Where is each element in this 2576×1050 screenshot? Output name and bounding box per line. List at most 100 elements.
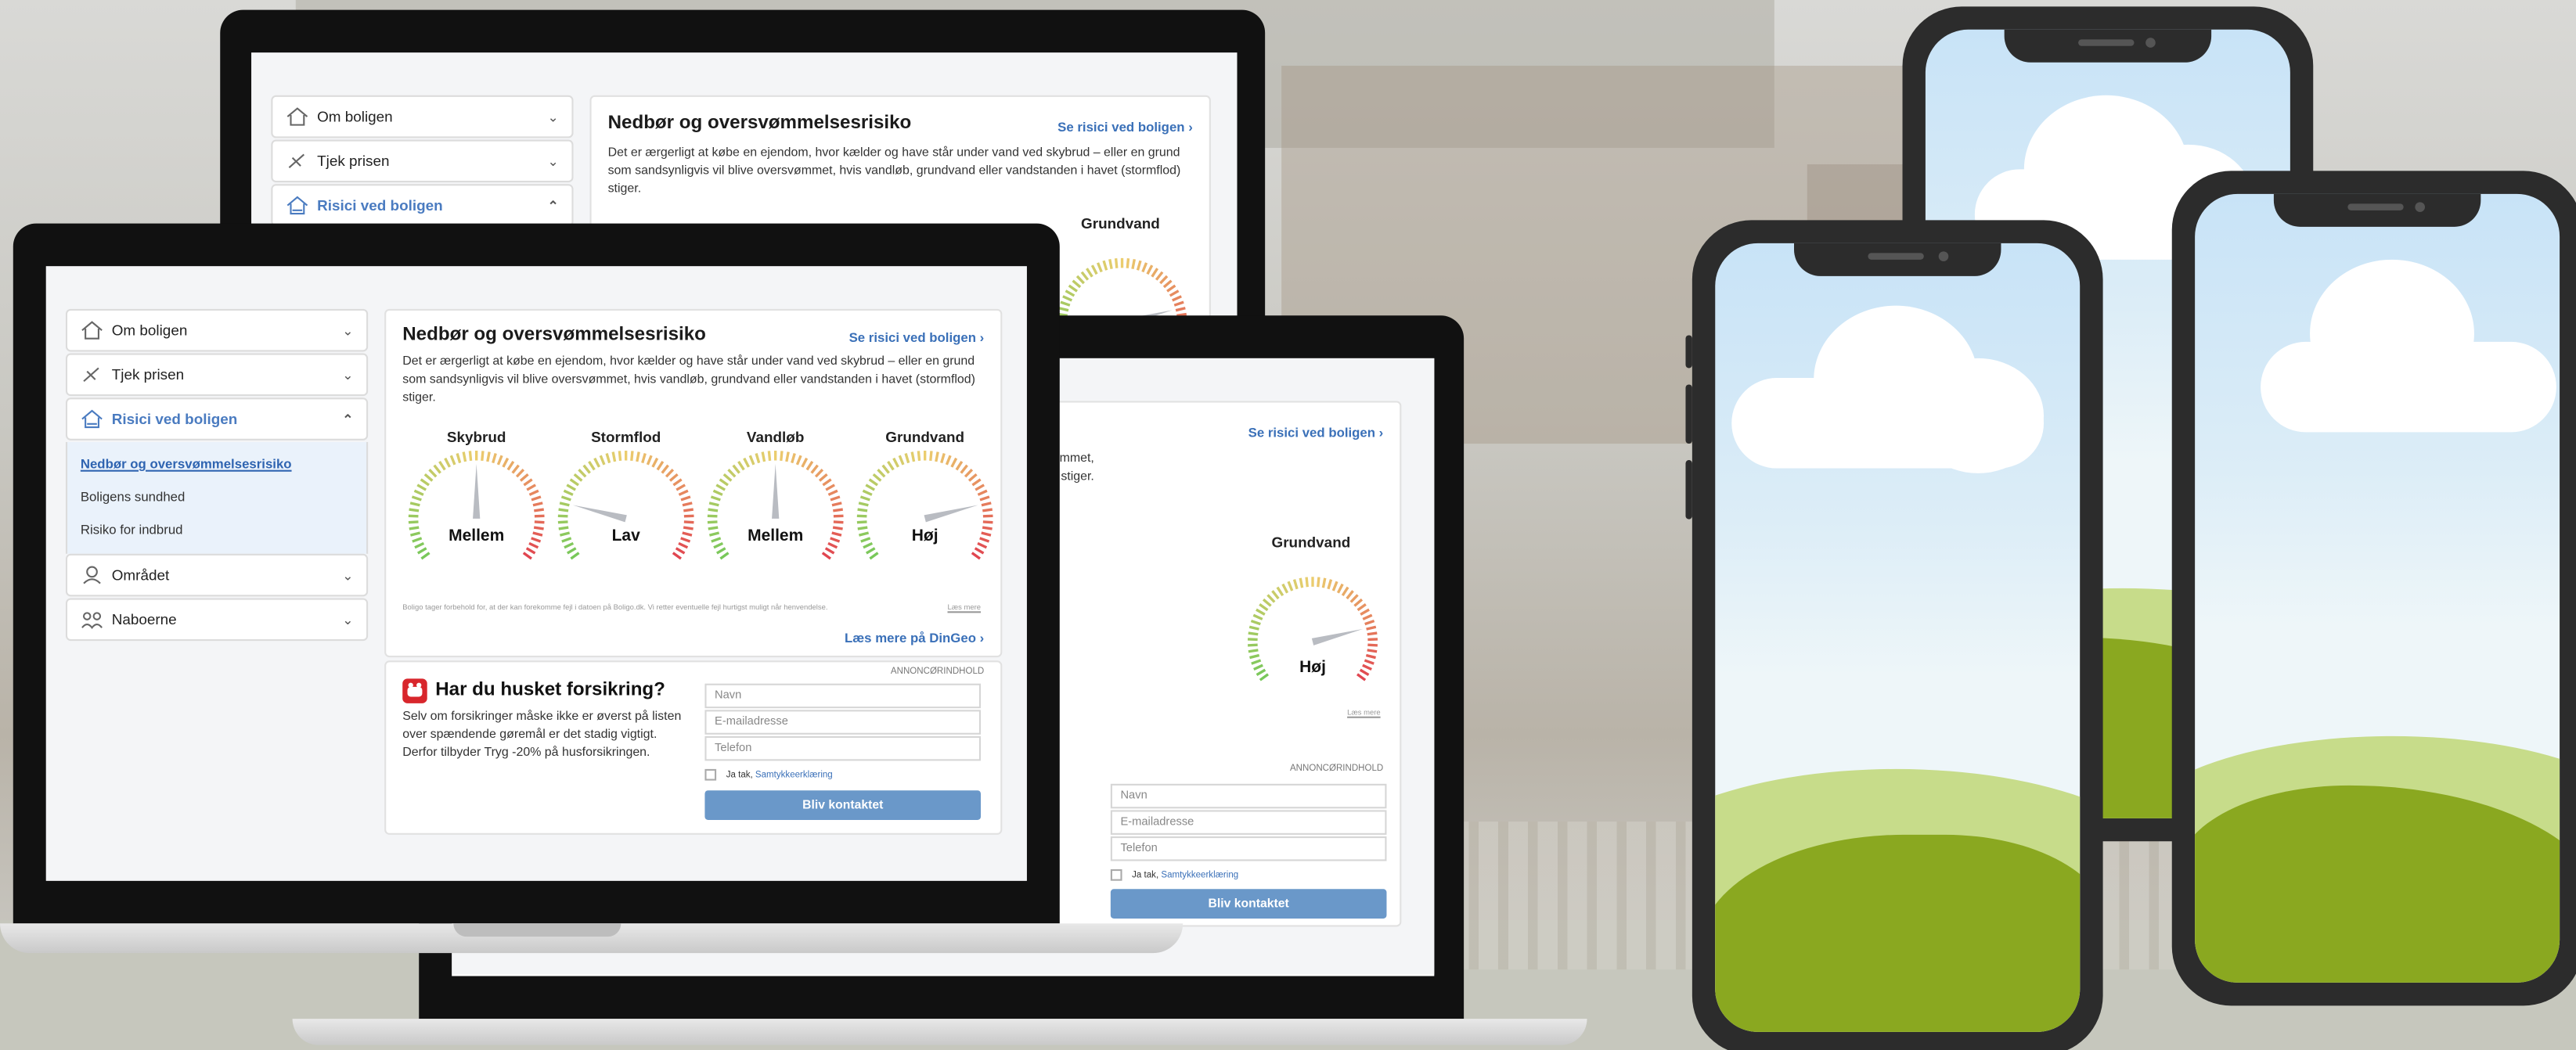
gauge-label: Grundvand bbox=[1271, 534, 1351, 551]
gauge-tick bbox=[832, 526, 843, 530]
gauge-tick bbox=[722, 473, 733, 482]
email-field[interactable]: E-mailadresse bbox=[704, 710, 982, 735]
consent-checkbox[interactable]: Ja tak, Samtykkeerklæring bbox=[1110, 869, 1238, 881]
consent-checkbox[interactable]: Ja tak, Samtykkeerklæring bbox=[704, 768, 833, 781]
gauge-tick bbox=[827, 489, 838, 496]
gauge-tick bbox=[1102, 260, 1108, 271]
gauge-tick bbox=[1349, 594, 1359, 603]
gauge-tick bbox=[408, 520, 419, 524]
gauge-tick bbox=[534, 520, 545, 524]
gauge-tick bbox=[651, 457, 659, 468]
gauge-tick bbox=[411, 495, 422, 502]
submenu-item-sundhed[interactable]: Boligens sundhed bbox=[81, 481, 353, 514]
sidebar-item-omraadet[interactable]: Området ⌄ bbox=[65, 553, 369, 597]
gauge-tick bbox=[672, 552, 682, 560]
gauge-tick bbox=[805, 460, 814, 471]
gauge-tick bbox=[810, 464, 819, 474]
gauge-dial bbox=[408, 450, 545, 560]
gauge-tick bbox=[1090, 264, 1098, 275]
page-front: Om boligen ⌄ Tjek prisen ⌄ Risici ved boli… bbox=[45, 266, 1027, 881]
gauge-tick bbox=[1155, 271, 1164, 281]
see-risks-link[interactable]: Se risici ved boligen › bbox=[849, 330, 985, 345]
risk-card: Nedbør og oversvømmelsesrisiko Se risici… bbox=[384, 308, 1003, 658]
gauge-tick bbox=[1292, 579, 1299, 590]
gauge-vandløb: Vandløb Mellem bbox=[701, 429, 849, 593]
gauge-tick bbox=[1281, 583, 1289, 594]
price-icon bbox=[81, 365, 103, 384]
gauge-label: Stormflod bbox=[591, 429, 661, 446]
chevron-down-icon: ⌄ bbox=[342, 322, 354, 338]
contact-button[interactable]: Bliv kontaktet bbox=[704, 790, 982, 820]
sidebar-item-om-boligen[interactable]: Om boligen ⌄ bbox=[65, 308, 369, 352]
read-more-small[interactable]: Læs mere bbox=[1347, 708, 1381, 717]
gauge-tick bbox=[1248, 649, 1259, 653]
gauge-tick bbox=[818, 473, 828, 482]
gauge-tick bbox=[566, 484, 576, 491]
ad-tag: ANNONCØRINDHOLD bbox=[890, 667, 985, 678]
gauge-tick bbox=[1162, 279, 1173, 289]
sidebar-item-risici[interactable]: Risici ved boligen ⌃ bbox=[271, 184, 574, 227]
gauge-tick bbox=[982, 526, 993, 530]
gauge-tick bbox=[1250, 619, 1261, 626]
gauge-tick bbox=[1114, 258, 1119, 268]
submenu-item-nedbor[interactable]: Nedbør og oversvømmelsesrisiko bbox=[81, 448, 353, 481]
gauge-tick bbox=[492, 453, 497, 464]
tryg-logo bbox=[402, 678, 427, 703]
disclaimer: Boligo tager forbehold for, at der kan f… bbox=[402, 602, 828, 612]
neighbors-icon bbox=[81, 610, 103, 630]
gauge-tick bbox=[413, 489, 424, 496]
laptop-middle-base bbox=[292, 1019, 1587, 1045]
sidebar-item-risici[interactable]: Risici ved boligen ⌃ bbox=[65, 397, 369, 440]
phone-field[interactable]: Telefon bbox=[1110, 836, 1387, 861]
laptop-front-notch bbox=[453, 923, 621, 937]
gauge-tick bbox=[917, 451, 921, 462]
submenu-item-indbrud[interactable]: Risiko for indbrud bbox=[81, 514, 353, 547]
gauge-label: Skybrud bbox=[446, 429, 506, 446]
name-field[interactable]: Navn bbox=[1110, 783, 1387, 809]
sidebar-item-tjek-prisen[interactable]: Tjek prisen ⌄ bbox=[65, 353, 369, 397]
gauge-tick bbox=[865, 484, 875, 491]
gauge-tick bbox=[1365, 653, 1376, 660]
gauge-tick bbox=[618, 451, 622, 462]
name-field[interactable]: Navn bbox=[704, 683, 982, 709]
insurance-text: Selv om forsikringer måske ikke er øvers… bbox=[402, 708, 682, 760]
read-more-dingeo[interactable]: Læs mere på DinGeo › bbox=[845, 631, 984, 645]
gauge-tick bbox=[496, 455, 503, 466]
gauge-tick bbox=[1367, 649, 1378, 653]
gauge-tick bbox=[1126, 258, 1130, 268]
gauge-tick bbox=[814, 469, 824, 478]
gauge-tick bbox=[1321, 577, 1327, 588]
phone-field[interactable]: Telefon bbox=[704, 735, 982, 761]
gauge-tick bbox=[678, 489, 689, 496]
risk-title: Nedbør og oversvømmelsesrisiko bbox=[402, 325, 706, 346]
gauge-value: Mellem bbox=[449, 527, 505, 546]
gauge-tick bbox=[526, 484, 536, 491]
gauge-tick bbox=[532, 502, 543, 507]
gauge-tick bbox=[967, 473, 978, 482]
gauge-tick bbox=[570, 552, 580, 560]
gauge-tick bbox=[522, 552, 532, 560]
gauge-tick bbox=[982, 508, 993, 512]
sidebar-item-om-boligen[interactable]: Om boligen ⌄ bbox=[271, 95, 574, 138]
gauge-tick bbox=[743, 457, 750, 468]
contact-button[interactable]: Bliv kontaktet bbox=[1110, 889, 1387, 919]
email-field[interactable]: E-mailadresse bbox=[1110, 810, 1387, 835]
gauge-tick bbox=[1252, 613, 1263, 620]
gauge-tick bbox=[887, 460, 895, 471]
gauge-tick bbox=[1346, 590, 1354, 600]
gauge-tick bbox=[569, 478, 579, 487]
gauge-tick bbox=[761, 451, 766, 462]
gauge-tick bbox=[566, 547, 577, 555]
gauge-tick bbox=[971, 478, 982, 487]
see-risks-link[interactable]: Se risici ved boligen › bbox=[1057, 120, 1193, 135]
sidebar-item-tjek-prisen[interactable]: Tjek prisen ⌄ bbox=[271, 139, 574, 183]
see-risks-link[interactable]: Se risici ved boligen › bbox=[1248, 426, 1384, 440]
gauge-tick bbox=[1360, 608, 1370, 616]
gauge-tick bbox=[683, 526, 694, 530]
sidebar-submenu: Nedbør og oversvømmelsesrisiko Boligens … bbox=[65, 441, 369, 554]
read-more-small[interactable]: Læs mere bbox=[948, 603, 982, 612]
gauge-tick bbox=[1086, 268, 1093, 278]
gauge-tick bbox=[780, 451, 784, 462]
sidebar-item-naboerne[interactable]: Naboerne ⌄ bbox=[65, 598, 369, 642]
gauge-tick bbox=[656, 460, 665, 471]
